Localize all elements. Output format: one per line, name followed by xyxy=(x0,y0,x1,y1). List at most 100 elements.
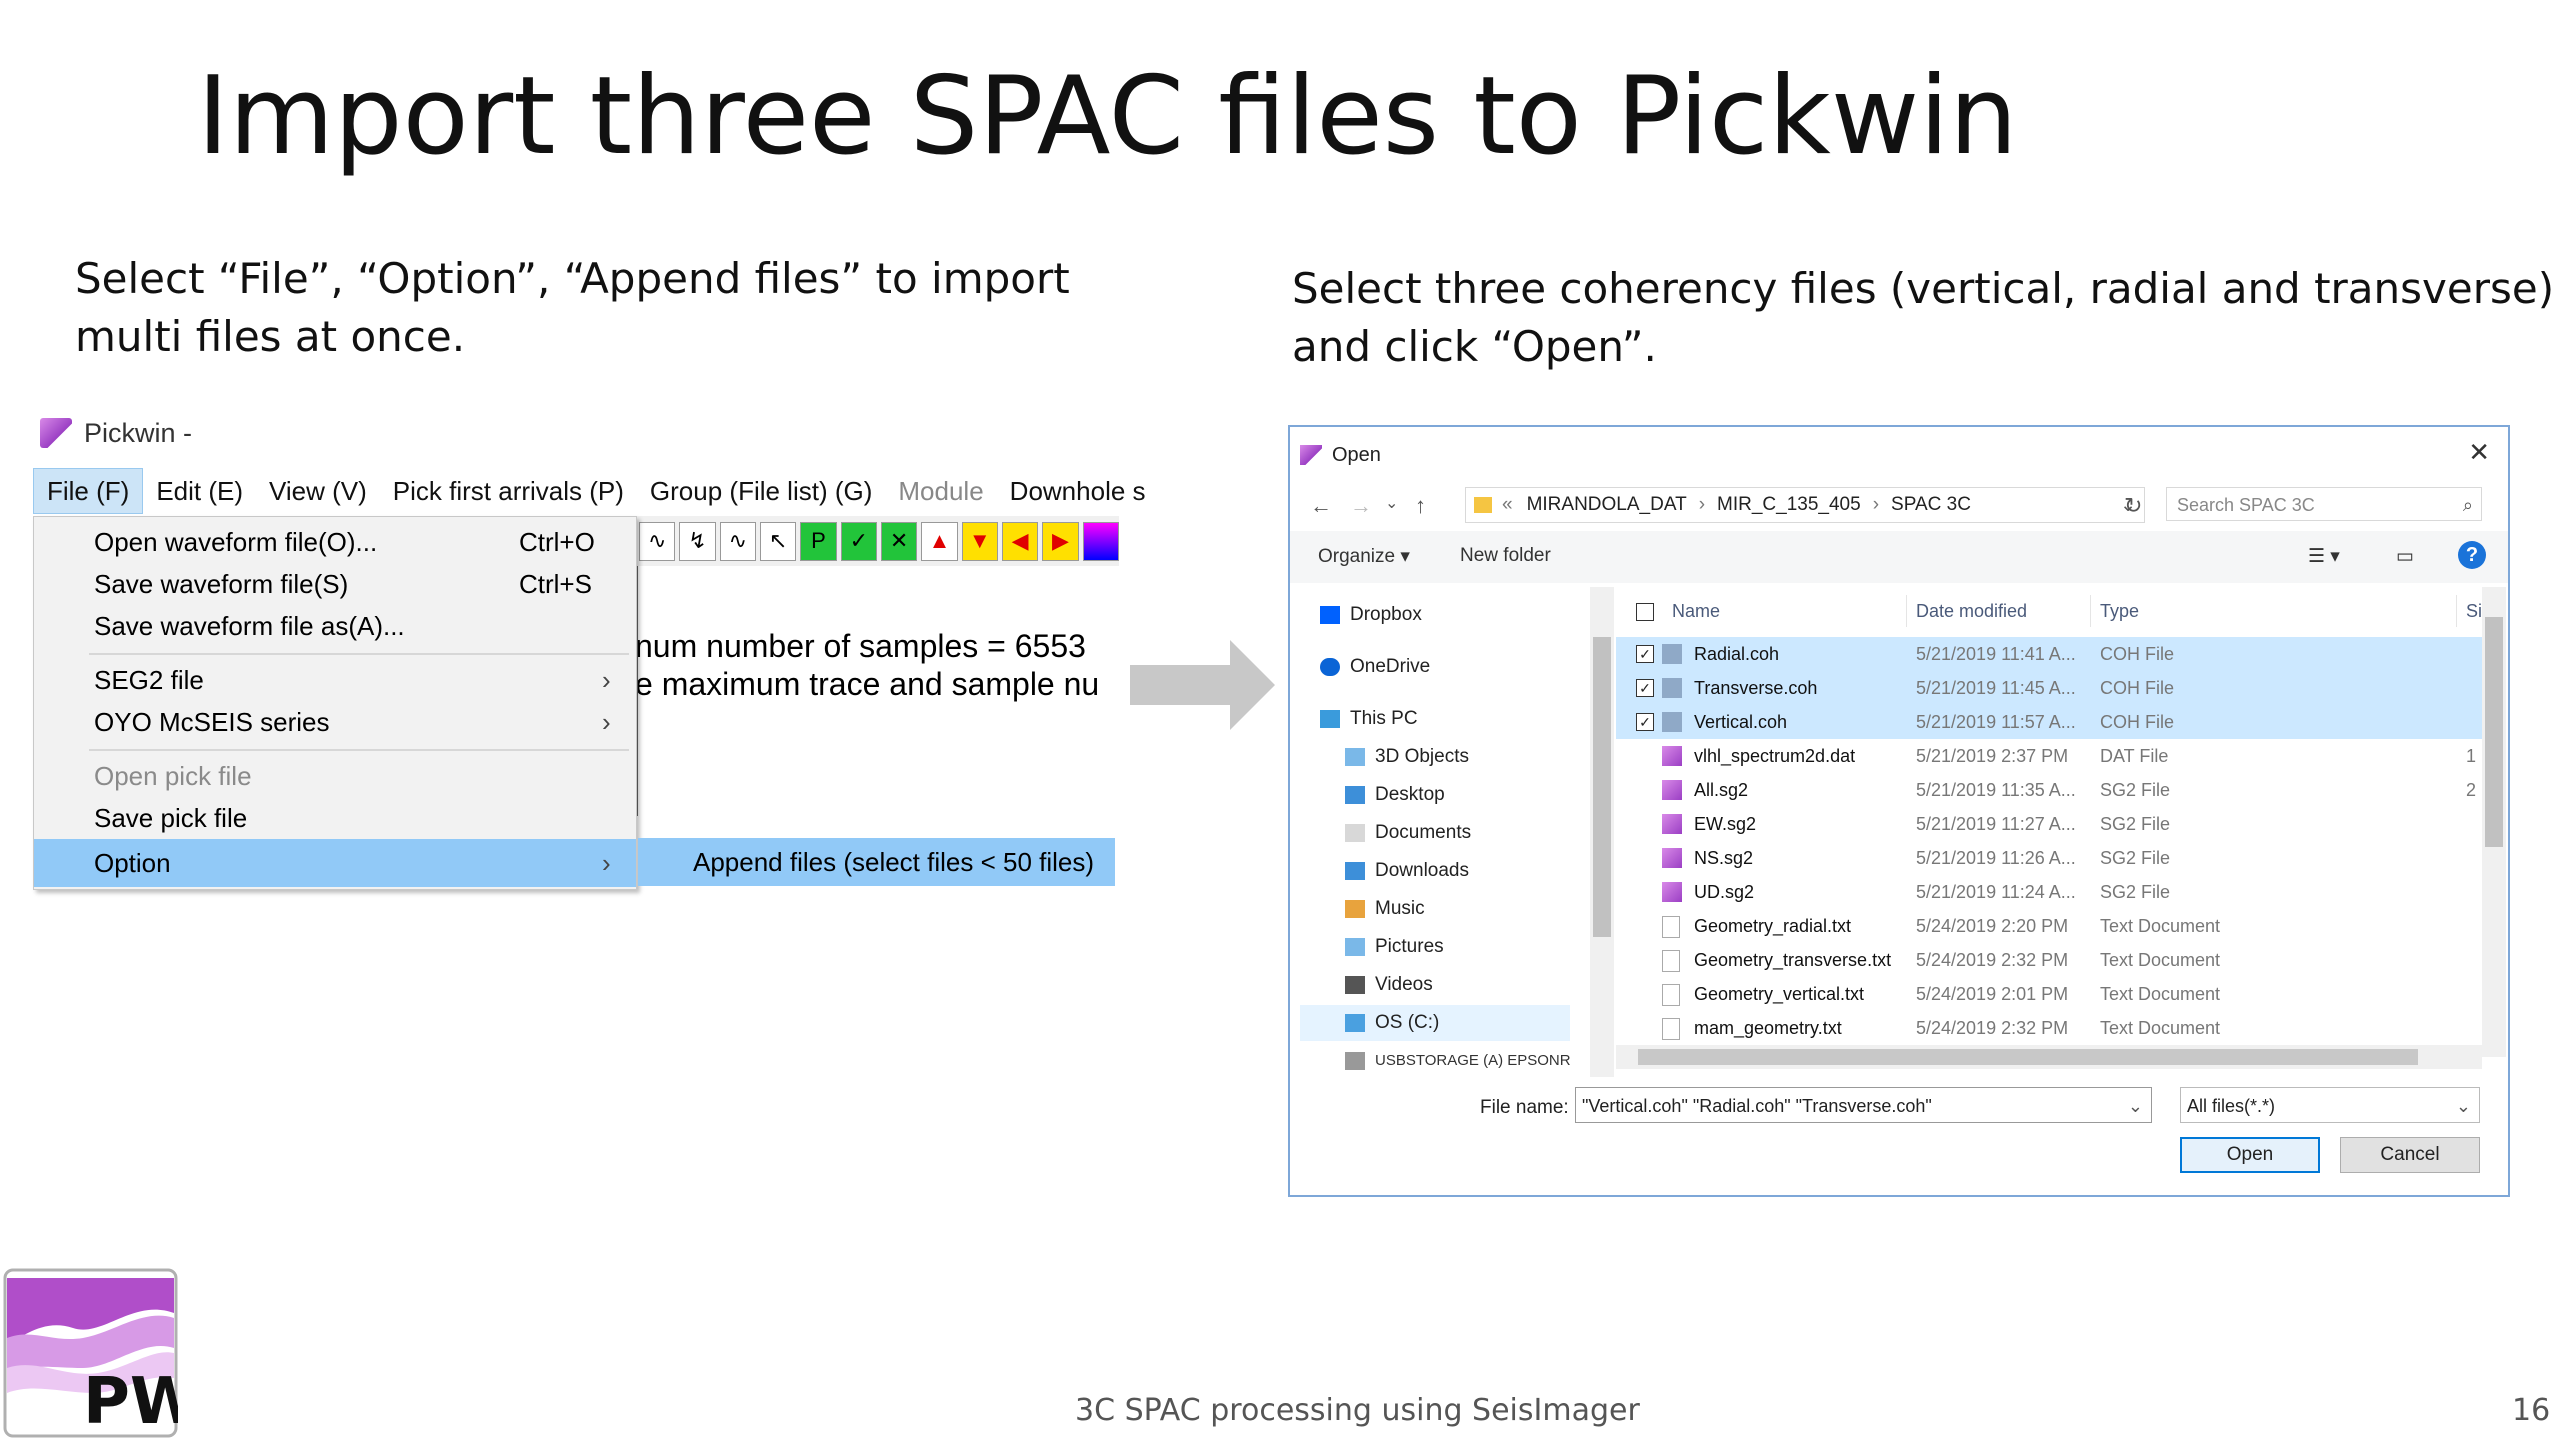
menu-option[interactable]: Option › xyxy=(34,839,636,887)
file-row-vertical[interactable]: ✓ Vertical.coh 5/21/2019 11:57 A... COH … xyxy=(1616,705,2482,739)
caption-left-line-2: multi files at once. xyxy=(75,312,466,361)
cancel-button[interactable]: Cancel xyxy=(2340,1137,2480,1173)
triangle-left-icon[interactable]: ◀ xyxy=(1001,521,1039,561)
pickwin-content: num number of samples = 6553 e maximum t… xyxy=(635,566,1115,816)
help-icon[interactable]: ? xyxy=(2458,541,2486,569)
wave-icon[interactable]: ∿ xyxy=(639,521,676,561)
menu-save-waveform-as[interactable]: Save waveform file as(A)... xyxy=(34,605,636,647)
file-row-mam-geometry[interactable]: mam_geometry.txt 5/24/2019 2:32 PM Text … xyxy=(1616,1011,2482,1045)
column-type[interactable]: Type xyxy=(2100,587,2139,635)
chevron-down-icon[interactable]: ⌄ xyxy=(1385,493,1398,513)
horizontal-scrollbar[interactable] xyxy=(1616,1045,2482,1069)
menu-downhole[interactable]: Downhole s xyxy=(997,469,1159,513)
cross-green-icon[interactable]: ✕ xyxy=(880,521,918,561)
file-list-scrollbar[interactable] xyxy=(2482,587,2506,1057)
row-checkbox[interactable]: ✓ xyxy=(1636,713,1654,731)
file-row-radial[interactable]: ✓ Radial.coh 5/21/2019 11:41 A... COH Fi… xyxy=(1616,637,2482,671)
column-name[interactable]: Name xyxy=(1672,587,1720,635)
menu-group[interactable]: Group (File list) (G) xyxy=(637,469,885,513)
nav-usb[interactable]: USBSTORAGE (A) EPSONR xyxy=(1345,1043,1571,1079)
download-icon xyxy=(1345,862,1365,880)
menu-seg2-file[interactable]: SEG2 file › xyxy=(34,659,636,701)
breadcrumb-spac-3c[interactable]: SPAC 3C xyxy=(1891,494,1971,516)
breadcrumb-mir-c[interactable]: MIR_C_135_405 xyxy=(1717,494,1861,516)
file-row-geometry-transverse[interactable]: Geometry_transverse.txt 5/24/2019 2:32 P… xyxy=(1616,943,2482,977)
check-green-icon[interactable]: ✓ xyxy=(840,521,877,561)
close-icon[interactable]: ✕ xyxy=(2468,437,2490,468)
navigation-pane: Dropbox OneDrive This PC 3D Objects Desk… xyxy=(1290,587,1588,1070)
file-row-vlhl-spectrum[interactable]: vlhl_spectrum2d.dat 5/21/2019 2:37 PM DA… xyxy=(1616,739,2482,773)
pickwin-file-icon xyxy=(1662,848,1682,868)
forward-arrow-icon[interactable]: → xyxy=(1350,493,1372,519)
file-row-geometry-radial[interactable]: Geometry_radial.txt 5/24/2019 2:20 PM Te… xyxy=(1616,909,2482,943)
nav-dropbox[interactable]: Dropbox xyxy=(1320,597,1422,633)
menu-file[interactable]: File (F) xyxy=(33,468,144,514)
pick-green-icon[interactable]: P xyxy=(800,521,837,561)
wave-trough-icon[interactable]: ∿ xyxy=(719,521,756,561)
open-button[interactable]: Open xyxy=(2180,1137,2320,1173)
menu-append-files[interactable]: Append files (select files < 50 files) xyxy=(638,838,1115,886)
up-arrow-icon[interactable]: ↑ xyxy=(1415,493,1426,519)
select-all-checkbox[interactable] xyxy=(1636,603,1654,621)
address-bar[interactable]: « MIRANDOLA_DAT › MIR_C_135_405 › SPAC 3… xyxy=(1465,487,2145,523)
file-row-ns-sg2[interactable]: NS.sg2 5/21/2019 11:26 A... SG2 File xyxy=(1616,841,2482,875)
menu-open-pick-file[interactable]: Open pick file xyxy=(34,755,636,797)
organize-button[interactable]: Organize ▾ xyxy=(1318,545,1410,568)
menu-view[interactable]: View (V) xyxy=(256,469,380,513)
wave-peak-icon[interactable]: ↯ xyxy=(679,521,716,561)
pickwin-window: Pickwin - File (F) Edit (E) View (V) Pic… xyxy=(30,408,1146,890)
menu-module[interactable]: Module xyxy=(885,469,996,513)
row-checkbox[interactable]: ✓ xyxy=(1636,679,1654,697)
nav-pictures[interactable]: Pictures xyxy=(1345,929,1444,965)
nav-this-pc[interactable]: This PC xyxy=(1320,701,1418,737)
footer-text: 3C SPAC processing using SeisImager xyxy=(1075,1393,1640,1428)
breadcrumb-mirandola[interactable]: MIRANDOLA_DAT xyxy=(1527,494,1687,516)
file-row-all-sg2[interactable]: All.sg2 5/21/2019 11:35 A... SG2 File 2 xyxy=(1616,773,2482,807)
submenu-arrow-icon: › xyxy=(602,665,611,695)
file-type-select[interactable]: All files(*.*) ⌄ xyxy=(2180,1087,2480,1123)
view-options-icon[interactable]: ☰ ▾ xyxy=(2308,545,2340,568)
menu-pick-first-arrivals[interactable]: Pick first arrivals (P) xyxy=(380,469,637,513)
menu-edit[interactable]: Edit (E) xyxy=(143,469,256,513)
file-name-input[interactable]: "Vertical.coh" "Radial.coh" "Transverse.… xyxy=(1575,1087,2152,1123)
picture-icon xyxy=(1345,938,1365,956)
file-row-ud-sg2[interactable]: UD.sg2 5/21/2019 11:24 A... SG2 File xyxy=(1616,875,2482,909)
menu-save-waveform[interactable]: Save waveform file(S) Ctrl+S xyxy=(34,563,636,605)
nav-onedrive[interactable]: OneDrive xyxy=(1320,649,1430,685)
pickwin-menubar: File (F) Edit (E) View (V) Pick first ar… xyxy=(33,466,1146,516)
nav-music[interactable]: Music xyxy=(1345,891,1425,927)
submenu-arrow-icon: › xyxy=(602,848,611,878)
column-date-modified[interactable]: Date modified xyxy=(1916,587,2027,635)
menu-save-pick-file[interactable]: Save pick file xyxy=(34,797,636,839)
color-square-icon[interactable] xyxy=(1082,521,1119,561)
triangle-down-icon[interactable]: ▼ xyxy=(961,521,998,561)
open-dialog: Open ✕ ← → ⌄ ↑ « MIRANDOLA_DAT › MIR_C_1… xyxy=(1288,425,2510,1197)
file-row-geometry-vertical[interactable]: Geometry_vertical.txt 5/24/2019 2:01 PM … xyxy=(1616,977,2482,1011)
back-arrow-icon[interactable]: ← xyxy=(1310,493,1332,519)
nav-desktop[interactable]: Desktop xyxy=(1345,777,1445,813)
file-row-ew-sg2[interactable]: EW.sg2 5/21/2019 11:27 A... SG2 File xyxy=(1616,807,2482,841)
nav-os-c[interactable]: OS (C:) xyxy=(1300,1005,1570,1041)
menu-open-waveform[interactable]: Open waveform file(O)... Ctrl+O xyxy=(34,521,636,563)
nav-documents[interactable]: Documents xyxy=(1345,815,1471,851)
file-row-transverse[interactable]: ✓ Transverse.coh 5/21/2019 11:45 A... CO… xyxy=(1616,671,2482,705)
file-list: Name Date modified Type Si: ✓ Radial.coh… xyxy=(1616,587,2487,1067)
pointer-icon[interactable]: ↖ xyxy=(759,521,797,561)
coh-file-icon xyxy=(1662,644,1682,664)
nav-scrollbar[interactable] xyxy=(1590,587,1614,1077)
new-folder-button[interactable]: New folder xyxy=(1460,545,1551,567)
row-checkbox[interactable]: ✓ xyxy=(1636,645,1654,663)
file-name-label: File name: xyxy=(1480,1097,1569,1118)
nav-3d-objects[interactable]: 3D Objects xyxy=(1345,739,1469,775)
menu-oyo-mcseis[interactable]: OYO McSEIS series › xyxy=(34,701,636,743)
chevron-down-icon: ⌄ xyxy=(2455,1096,2471,1116)
nav-videos[interactable]: Videos xyxy=(1345,967,1433,1003)
preview-pane-icon[interactable]: ▭ xyxy=(2396,545,2414,568)
nav-downloads[interactable]: Downloads xyxy=(1345,853,1469,889)
search-input[interactable]: Search SPAC 3C ⌕ xyxy=(2166,487,2482,521)
refresh-icon[interactable]: ↻ xyxy=(2124,493,2142,519)
command-bar: Organize ▾ New folder ☰ ▾ ▭ ? xyxy=(1290,531,2508,583)
chevron-down-icon[interactable]: ⌄ xyxy=(2128,1088,2143,1122)
triangle-right-icon[interactable]: ▶ xyxy=(1042,521,1079,561)
triangle-up-icon[interactable]: ▲ xyxy=(921,521,958,561)
